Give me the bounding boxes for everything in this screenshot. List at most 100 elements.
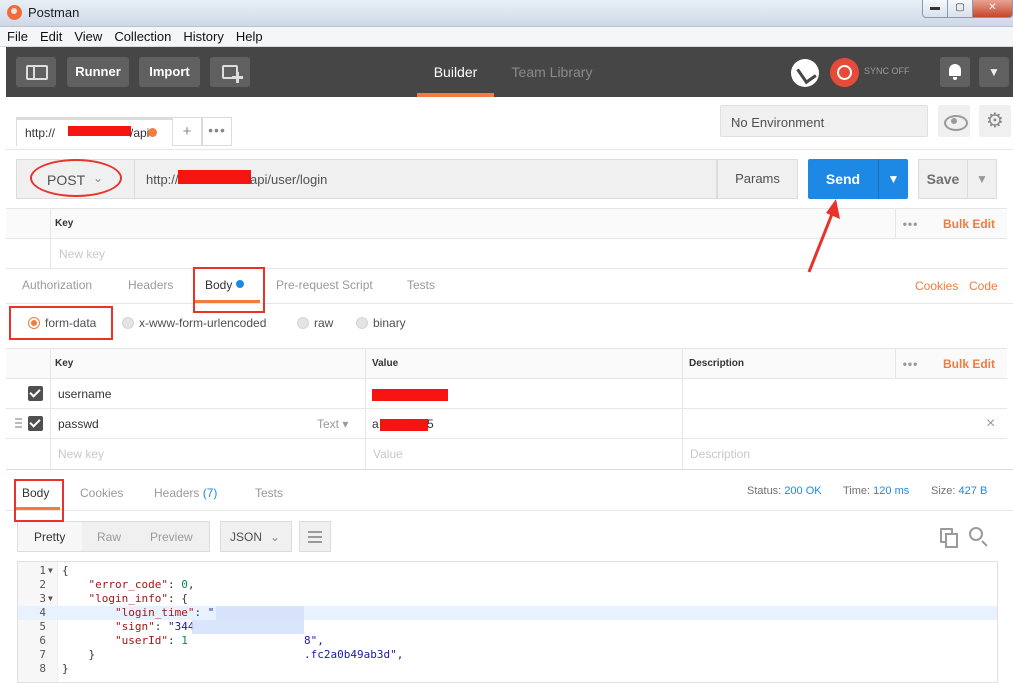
save-options-chevron-icon[interactable]: ▼ <box>967 159 997 199</box>
annotation-box-response-body <box>14 479 64 522</box>
form-row-value[interactable]: a 5 <box>365 409 682 438</box>
form-new-key-input[interactable]: New key <box>50 439 104 469</box>
request-url-input[interactable]: http:// api/user/login <box>134 159 717 199</box>
manage-environments-gear-icon[interactable]: ⚙ <box>979 105 1011 137</box>
form-data-table: Key Value Description ••• Bulk Edit user… <box>6 348 1013 469</box>
environment-select[interactable]: No Environment ⌄ <box>720 105 928 137</box>
row-enabled-checkbox[interactable] <box>28 416 43 431</box>
radio-x-www-form-urlencoded[interactable]: x-www-form-urlencoded <box>122 316 266 330</box>
tab-builder[interactable]: Builder <box>417 47 494 97</box>
search-icon[interactable] <box>969 527 983 541</box>
tab-team-library[interactable]: Team Library <box>503 47 601 97</box>
annotation-box-form-data <box>9 306 113 340</box>
postman-logo-icon <box>7 5 22 20</box>
save-button[interactable]: Save <box>918 159 968 199</box>
radio-unselected-icon <box>122 317 134 329</box>
form-row-description[interactable] <box>682 379 1007 408</box>
menu-file[interactable]: File <box>0 27 34 47</box>
menu-help[interactable]: Help <box>230 27 269 47</box>
body-mode-radio-group: form-data x-www-form-urlencoded raw bina… <box>6 304 1013 348</box>
request-tab[interactable]: http:// /api <box>16 117 173 146</box>
notifications-bell-icon[interactable] <box>940 57 970 87</box>
drag-handle-icon[interactable] <box>15 418 22 420</box>
view-mode-raw[interactable]: Raw <box>97 530 121 544</box>
satellite-icon[interactable] <box>791 59 819 87</box>
row-enabled-checkbox[interactable] <box>28 386 43 401</box>
code-line: 3 ▼ "login_info": { <box>39 592 188 605</box>
response-tab-headers[interactable]: Headers (7) <box>154 486 217 500</box>
minimize-button[interactable]: ▬ <box>922 0 948 18</box>
response-format-select[interactable]: JSON ⌄ <box>220 521 292 552</box>
remove-row-close-icon[interactable]: × <box>986 409 995 438</box>
response-time: Time: 120 ms <box>843 485 910 497</box>
window-title: Postman <box>28 5 80 20</box>
sidebar-toggle-button[interactable] <box>16 57 56 87</box>
annotation-box-body-tab <box>193 267 265 313</box>
form-row-key[interactable]: passwd Text ▾ <box>50 409 365 438</box>
form-key-header: Key <box>50 349 73 378</box>
maximize-button[interactable]: ▢ <box>947 0 973 18</box>
params-header-row: Key ••• Bulk Edit <box>6 208 1007 239</box>
tab-authorization[interactable]: Authorization <box>22 278 92 292</box>
form-bulk-edit-link[interactable]: Bulk Edit <box>943 349 995 378</box>
send-button[interactable]: Send <box>808 159 878 199</box>
radio-unselected-icon <box>356 317 368 329</box>
annotation-arrow-to-send <box>807 199 840 273</box>
form-row-description[interactable] <box>682 409 1007 438</box>
response-tabs: Body Cookies Headers (7) Tests Status: 2… <box>6 469 1013 511</box>
response-body-code-view[interactable]: 1 ▼{ 2 "error_code": 0, 3 ▼ "login_info": … <box>17 561 998 683</box>
table-row: username <box>6 379 1007 409</box>
blurred-redaction <box>192 620 304 634</box>
params-more-button[interactable]: ••• <box>895 209 925 238</box>
form-description-header: Description <box>682 349 744 378</box>
annotation-ellipse-method <box>30 159 122 197</box>
radio-raw[interactable]: raw <box>297 316 333 330</box>
environment-quick-look-eye-icon[interactable] <box>938 105 970 137</box>
tab-tests[interactable]: Tests <box>407 278 435 292</box>
menu-collection[interactable]: Collection <box>108 27 177 47</box>
new-window-button[interactable] <box>210 57 250 87</box>
import-button[interactable]: Import <box>139 57 200 87</box>
url-prefix-text: http:// <box>146 172 179 187</box>
params-new-key-input[interactable]: New key <box>50 239 105 268</box>
sync-icon[interactable] <box>830 58 859 87</box>
add-tab-button[interactable]: + <box>172 117 202 146</box>
wrap-lines-icon[interactable] <box>299 521 331 552</box>
url-params-table: Key ••• Bulk Edit New key <box>6 207 1013 269</box>
send-options-chevron-icon[interactable]: ▼ <box>878 159 908 199</box>
response-format-value: JSON <box>230 530 263 544</box>
runner-button[interactable]: Runner <box>67 57 129 87</box>
form-new-description-input[interactable]: Description <box>682 439 750 469</box>
radio-binary[interactable]: binary <box>356 316 406 330</box>
code-line: 5 "sign": "344 .fc2a0b49ab3d", <box>39 620 404 661</box>
params-bulk-edit-link[interactable]: Bulk Edit <box>943 209 995 238</box>
tab-headers[interactable]: Headers <box>128 278 173 292</box>
params-button[interactable]: Params <box>717 159 798 199</box>
status-value: 200 OK <box>784 485 822 497</box>
request-url-bar: POST ⌄ http:// api/user/login Params Sen… <box>6 149 1013 207</box>
view-mode-pretty[interactable]: Pretty <box>34 530 65 544</box>
form-row-key[interactable]: username <box>50 379 111 408</box>
tab-pre-request-script[interactable]: Pre-request Script <box>276 278 373 292</box>
copy-icon[interactable] <box>940 528 958 548</box>
form-row-value[interactable] <box>365 379 682 408</box>
url-suffix-text: api/user/login <box>250 172 328 187</box>
menu-history[interactable]: History <box>177 27 229 47</box>
value-prefix: a <box>372 416 379 431</box>
request-tab-url-prefix: http:// <box>25 126 56 140</box>
menu-edit[interactable]: Edit <box>34 27 68 47</box>
response-tab-cookies[interactable]: Cookies <box>80 486 123 500</box>
radio-unselected-icon <box>297 317 309 329</box>
form-new-value-input[interactable]: Value <box>365 439 403 469</box>
view-mode-preview[interactable]: Preview <box>150 530 193 544</box>
cookies-link[interactable]: Cookies <box>915 279 958 293</box>
code-link[interactable]: Code <box>969 279 998 293</box>
close-window-button[interactable]: ✕ <box>972 0 1013 18</box>
response-tab-tests[interactable]: Tests <box>255 486 283 500</box>
settings-menu-chevron-icon[interactable]: ▼ <box>979 57 1009 87</box>
field-type-select[interactable]: Text ▾ <box>317 417 348 431</box>
form-row-key-text: passwd <box>58 416 99 431</box>
more-tabs-button[interactable]: ••• <box>202 117 232 146</box>
form-more-button[interactable]: ••• <box>895 349 925 378</box>
menu-view[interactable]: View <box>68 27 108 47</box>
